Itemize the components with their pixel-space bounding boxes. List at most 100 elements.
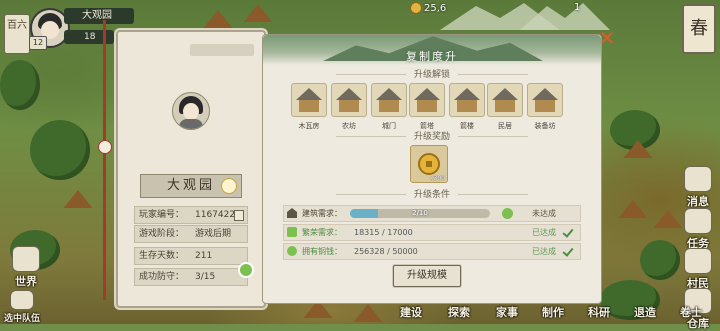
world-button[interactable]: 世界 [6,246,46,289]
unlock-section-title: 升级解锁 [263,67,601,80]
info-key: 玩家编号： [139,210,185,220]
message-label: 消息 [687,195,709,208]
info-key: 生存天数： [139,251,185,261]
copy-icon[interactable] [234,210,244,221]
profile-avatar-face [183,103,199,120]
close-icon[interactable]: ✕ [596,28,618,50]
building-icon [449,83,485,117]
condition-section-title: 升级条件 [263,187,601,200]
list-icon[interactable] [502,208,513,219]
info-value: 3/15 [195,272,216,282]
building-item[interactable]: 民居 [487,83,523,131]
currency-value-2: 1 [574,2,581,13]
condition-building: 建筑需求： 2/10 未达成 [283,205,581,222]
nav-scholar[interactable]: 卷士 [680,304,702,320]
villager-icon [684,248,712,274]
house-roof [353,304,383,322]
reward-amount: x300 [429,175,445,182]
world-label: 世界 [15,275,37,288]
profile-avatar-body [179,119,203,129]
condition-status: 未达成 [532,209,556,218]
house-roof [243,4,273,22]
condition-status: 已达成 [532,228,556,237]
tree [0,60,40,110]
message-icon [684,166,712,192]
villager-button[interactable]: 村民 [678,248,718,291]
team-label: 选中队伍 [3,314,40,324]
condition-value: 256328 / 50000 [354,247,418,256]
progress-text: 2/10 [412,209,428,217]
condition-key: 拥有铜钱： [302,247,342,256]
calendar-day-button[interactable]: 百六 [4,14,30,54]
profile-avatar [172,92,210,130]
condition-status: 已达成 [532,247,556,256]
task-button[interactable]: 任务 [678,208,718,251]
profile-name-box: 大观园 [140,174,242,198]
building-icon [371,83,407,117]
edit-name-icon[interactable] [221,178,237,194]
nav-build[interactable]: 建设 [400,304,422,320]
copper-icon [287,246,297,256]
copper-coin-icon [418,153,440,175]
nav-craft[interactable]: 制作 [542,304,564,320]
building-icon [487,83,523,117]
info-key: 游戏阶段： [139,229,185,239]
building-item[interactable]: 箭塔 [409,83,445,131]
tree [640,240,680,280]
currency-display-2: 1 [574,2,580,13]
building-item[interactable]: 城门 [371,83,407,131]
message-button[interactable]: 消息 [678,166,718,209]
info-row-days: 生存天数： 211 [134,247,248,265]
house-roof [618,200,648,218]
info-row-player-id: 玩家编号： 1167422 [134,206,248,224]
condition-prosperity: 繁荣需求： 18315 / 17000 已达成 [283,224,581,241]
condition-value: 18315 / 17000 [354,228,413,237]
team-icon [10,290,34,310]
season-indicator[interactable]: 春 [682,4,716,54]
building-icon [331,83,367,117]
level-badge: 12 [29,36,47,50]
check-icon [563,226,575,236]
currency-display: 25,6 [410,2,446,14]
status-dot [238,262,254,278]
team-button[interactable]: 选中队伍 [2,290,42,324]
building-icon [291,83,327,117]
nav-research[interactable]: 科研 [588,304,610,320]
building-requirement-icon [287,208,297,218]
tree [30,120,90,180]
building-item[interactable]: 装备坊 [527,83,563,131]
nav-household[interactable]: 家事 [496,304,518,320]
building-icon [527,83,563,117]
building-icon [409,83,445,117]
profile-name: 大观园 [166,178,215,193]
prosperity-icon [287,227,297,237]
string-knot [98,140,112,154]
info-row-stage: 游戏阶段： 游戏后期 [134,225,248,243]
upgrade-button[interactable]: 升级规模 [393,265,461,287]
info-value: 1167422 [195,210,236,220]
condition-key: 繁荣需求： [302,228,342,237]
house-roof [63,190,93,208]
condition-key: 建筑需求： [302,209,342,218]
info-key: 成功防守： [139,272,185,282]
upgrade-panel: 复制度升 升级解锁 木瓦房 农坊 城门 箭塔 箭楼 民居 装备坊 升级奖励 x3… [262,34,602,304]
info-row-defense: 成功防守： 3/15 [134,268,248,286]
check-icon [563,245,575,255]
reward-item[interactable]: x300 [410,145,448,183]
world-icon [12,246,40,272]
building-item[interactable]: 农坊 [331,83,367,131]
house-roof [203,10,233,28]
coin-icon [410,2,422,14]
building-item[interactable]: 箭楼 [449,83,485,131]
decorative-string [103,20,106,300]
player-sub-plate: 18 [64,30,114,44]
info-value: 游戏后期 [195,229,232,239]
nav-retreat[interactable]: 退造 [634,304,656,320]
building-item[interactable]: 木瓦房 [291,83,327,131]
profile-topbar [190,44,254,56]
currency-value: 25,6 [424,3,447,14]
nav-explore[interactable]: 探索 [448,304,470,320]
info-value: 211 [195,251,213,261]
condition-copper: 拥有铜钱： 256328 / 50000 已达成 [283,243,581,260]
reward-section-title: 升级奖励 [263,129,601,142]
